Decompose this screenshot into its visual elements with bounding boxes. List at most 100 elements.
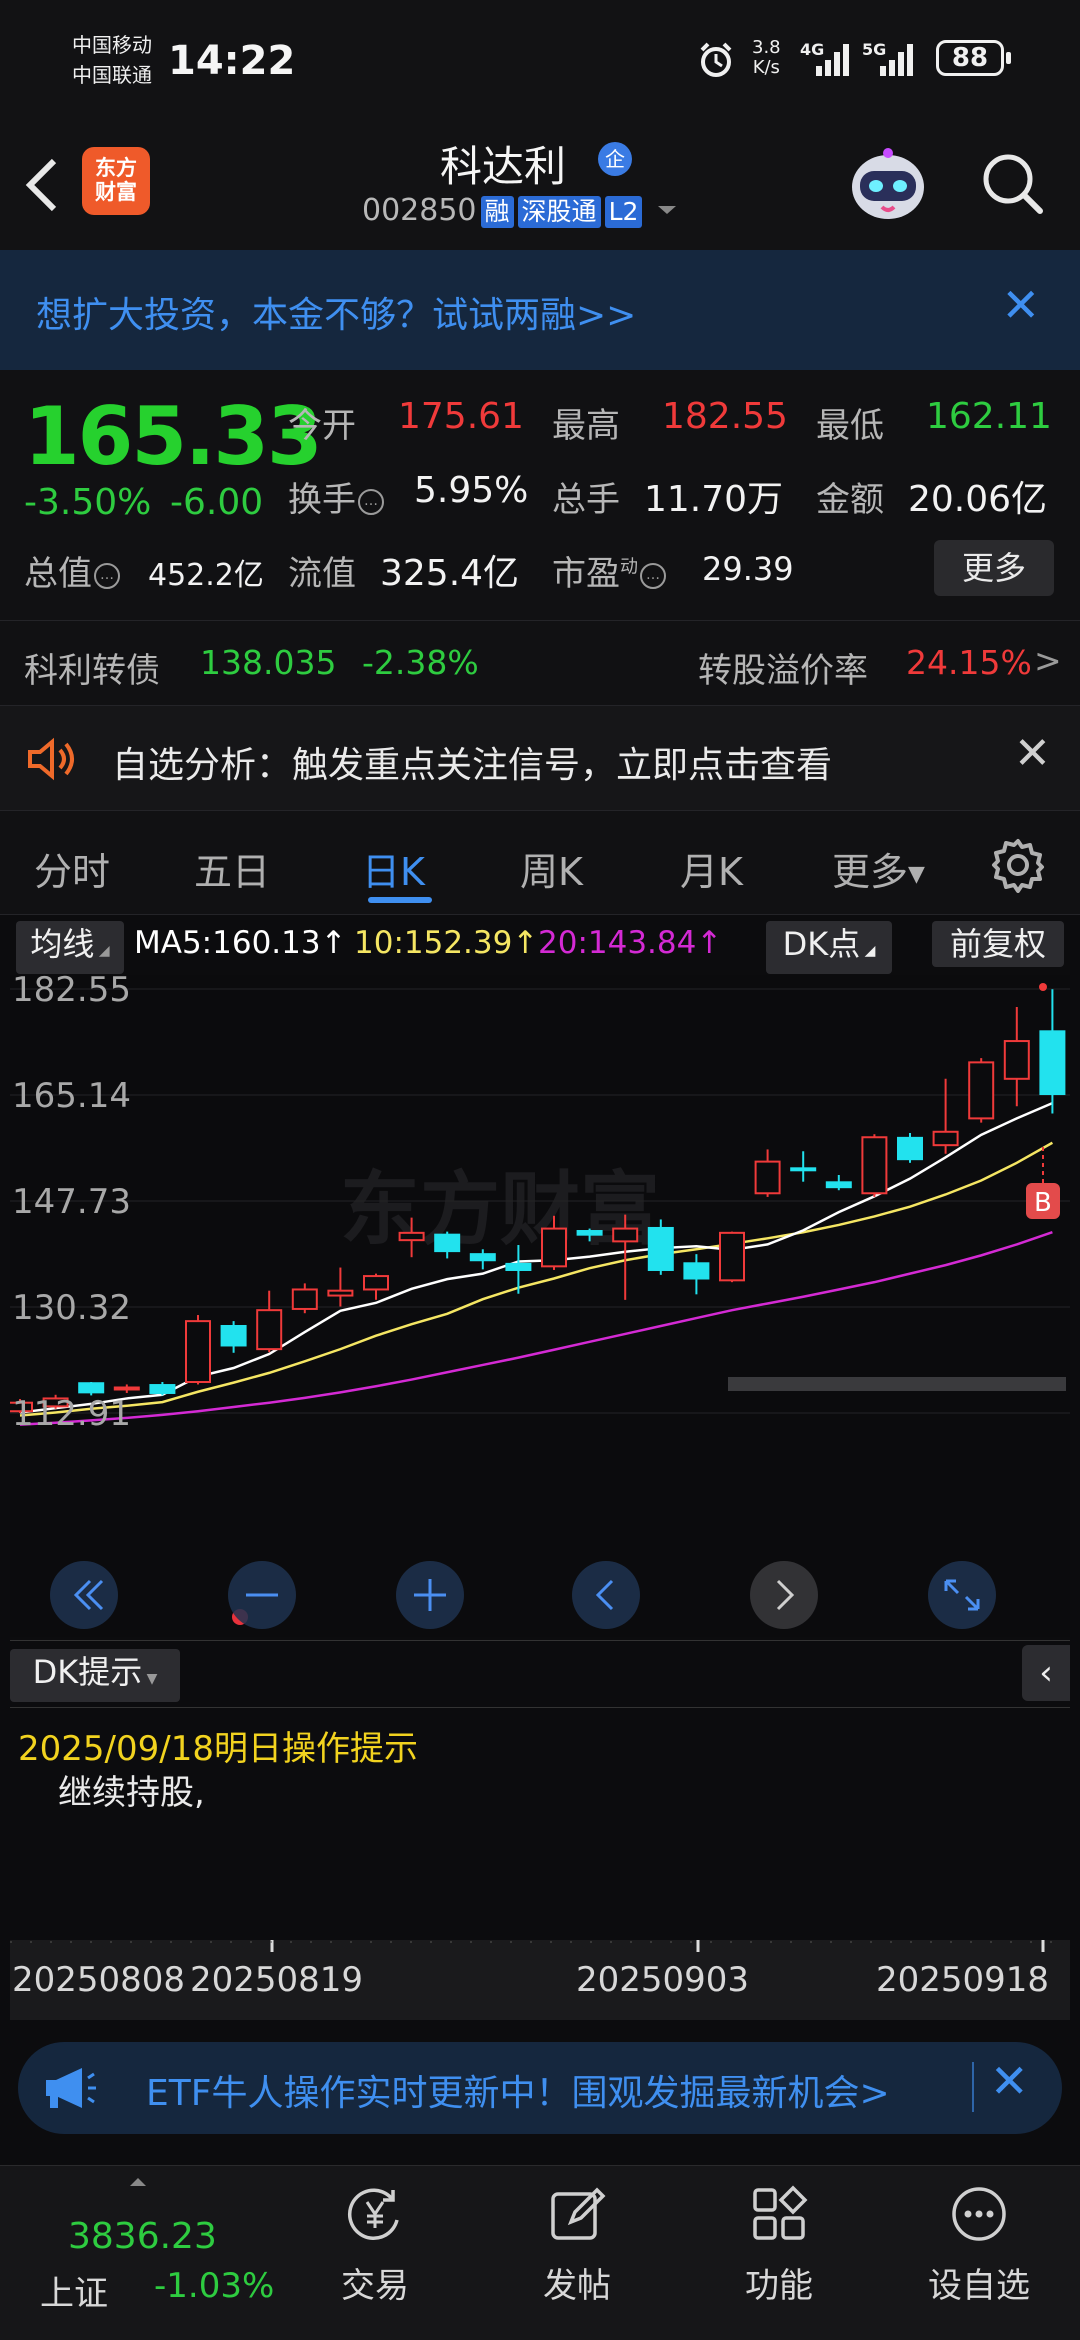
- scroll-left-fast-button[interactable]: [50, 1561, 118, 1629]
- candle-body: [363, 1275, 389, 1291]
- nav-watchlist[interactable]: 设自选: [904, 2184, 1054, 2307]
- candle-body: [576, 1230, 603, 1236]
- promo-text: 想扩大投资，本金不够？试试两融>>: [36, 295, 637, 336]
- candle-body: [327, 1289, 354, 1297]
- caret-down-icon: ◢: [860, 943, 876, 959]
- more-button[interactable]: 更多: [934, 540, 1054, 596]
- tab-daily-k[interactable]: 日K: [362, 841, 425, 896]
- candle-body: [398, 1231, 425, 1242]
- bond-name: 科利转债: [24, 651, 160, 691]
- logo-text-2: 财富: [95, 180, 137, 204]
- premium-label: 转股溢价率: [698, 651, 868, 691]
- adjust-button[interactable]: 前复权: [932, 921, 1064, 967]
- gear-icon[interactable]: [990, 837, 1046, 893]
- turnover-value: 5.95%: [414, 470, 529, 511]
- candle-body: [541, 1227, 567, 1268]
- logo-text-1: 东方: [95, 156, 137, 180]
- candle-body: [113, 1386, 140, 1391]
- promo-banner[interactable]: 想扩大投资，本金不够？试试两融>> ✕: [0, 250, 1080, 370]
- info-icon[interactable]: …: [94, 562, 120, 589]
- buy-signal-marker[interactable]: B: [1026, 1183, 1060, 1219]
- volume-label: 总手: [552, 480, 620, 520]
- candle-body: [185, 1320, 211, 1384]
- candle-body: [825, 1181, 852, 1189]
- pe-value: 29.39: [702, 550, 794, 588]
- mktcap-label: 总值…: [24, 546, 120, 595]
- candle-body: [861, 1136, 888, 1195]
- tab-weekly-k[interactable]: 周K: [520, 841, 583, 896]
- signal-icon-2: [880, 44, 913, 76]
- tab-more-label: 更多: [832, 850, 909, 894]
- kline-svg[interactable]: 东方财富 182.55 165.14 147.73 130.32 112.91 B: [7, 970, 1070, 1637]
- volume-value: 11.70万: [644, 479, 784, 520]
- tab-five-day[interactable]: 五日: [194, 841, 270, 896]
- indicator-label: 均线: [30, 925, 95, 963]
- signal-icon-1: [816, 44, 849, 76]
- index-ticker[interactable]: 3836.23 上证 -1.03%: [20, 2176, 280, 2326]
- zoom-out-button[interactable]: [228, 1561, 296, 1629]
- bond-change: -2.38%: [362, 643, 479, 682]
- close-icon[interactable]: ✕: [1001, 278, 1040, 332]
- nav-trade-label: 交易: [341, 2266, 409, 2306]
- caret-down-icon: [657, 206, 676, 214]
- low-value: 162.11: [926, 396, 1052, 437]
- zoom-in-button[interactable]: [396, 1561, 464, 1629]
- candle-body: [434, 1233, 461, 1253]
- back-button[interactable]: [22, 155, 62, 225]
- dk-hint-selector[interactable]: DK提示 ▼: [10, 1649, 180, 1702]
- fullscreen-button[interactable]: [928, 1561, 996, 1629]
- nav-functions[interactable]: 功能: [704, 2184, 854, 2307]
- notice-text: 自选分析：触发重点关注信号，立即点击查看: [112, 745, 833, 786]
- search-icon[interactable]: [978, 149, 1048, 219]
- scroll-left-button[interactable]: [572, 1561, 640, 1629]
- status-time: 14:22: [168, 38, 296, 84]
- candle-body: [968, 1061, 995, 1120]
- convertible-bond-row[interactable]: 科利转债 138.035 -2.38% 转股溢价率 24.15% >: [0, 620, 1080, 705]
- info-icon[interactable]: …: [640, 562, 666, 589]
- collapse-panel-button[interactable]: ‹: [1022, 1645, 1070, 1701]
- y-tick-label: 165.14: [12, 1076, 131, 1116]
- info-icon[interactable]: …: [358, 488, 384, 515]
- scroll-right-button[interactable]: [750, 1561, 818, 1629]
- tab-more[interactable]: 更多▼: [832, 841, 925, 896]
- index-value: 3836.23: [68, 2216, 217, 2257]
- candle-body: [220, 1324, 247, 1347]
- dk-hint-title: DK提示: [32, 1653, 143, 1691]
- battery-indicator: 88: [936, 40, 1004, 76]
- yen-refresh-icon: [347, 2188, 399, 2241]
- nav-trade[interactable]: 交易: [300, 2184, 450, 2307]
- close-icon[interactable]: ✕: [990, 2054, 1029, 2108]
- kline-chart[interactable]: 东方财富 182.55 165.14 147.73 130.32 112.91 B: [7, 970, 1070, 1637]
- robot-assistant-icon[interactable]: [842, 143, 934, 231]
- analysis-notice[interactable]: 自选分析：触发重点关注信号，立即点击查看 ✕: [0, 705, 1080, 810]
- net-speed-value: 3.8: [752, 37, 781, 58]
- dk-point-button[interactable]: DK点 ◢: [766, 921, 892, 974]
- y-tick-label: 130.32: [12, 1288, 131, 1328]
- x-tick-label: 20250918: [876, 1960, 1050, 2000]
- active-tab-underline: [368, 897, 432, 903]
- stock-code-row[interactable]: 002850 融深股通 L2: [362, 193, 680, 228]
- candle-body: [754, 1160, 781, 1195]
- chevron-right-icon: >: [1034, 641, 1062, 680]
- ma-legend-row: 均线 ◢ MA5:160.13↑ 10:152.39↑ 20:143.84↑ D…: [0, 915, 1080, 974]
- indicator-selector[interactable]: 均线 ◢: [16, 921, 124, 974]
- tab-monthly-k[interactable]: 月K: [680, 841, 743, 896]
- megaphone-icon: [46, 2068, 96, 2108]
- close-icon[interactable]: ✕: [1014, 728, 1051, 779]
- high-marker: [1039, 983, 1047, 991]
- x-tick-label: 20250808: [12, 1960, 186, 2000]
- divider: [10, 1707, 1070, 1708]
- more-dots-icon: [952, 2187, 1006, 2241]
- stock-name: 科达利: [440, 142, 567, 191]
- bond-price: 138.035: [200, 643, 337, 682]
- index-name: 上证: [40, 2274, 108, 2314]
- buy-signal-text: B: [1034, 1188, 1052, 1218]
- etf-banner[interactable]: ETF牛人操作实时更新中！围观发掘最新机会> ✕: [18, 2042, 1062, 2134]
- app-header: 东方 财富 科达利 企 002850 融深股通 L2: [0, 125, 1080, 250]
- candle-body: [897, 1136, 923, 1161]
- tag-l2: L2: [604, 196, 643, 228]
- nav-post[interactable]: 发帖: [502, 2184, 652, 2307]
- eastmoney-logo[interactable]: 东方 财富: [82, 147, 150, 215]
- candle-body: [149, 1384, 176, 1394]
- tab-intraday[interactable]: 分时: [34, 841, 110, 896]
